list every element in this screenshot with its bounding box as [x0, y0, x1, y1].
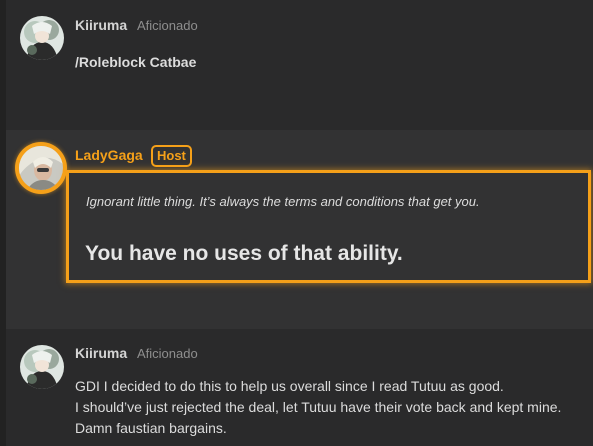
- anime-character-avatar-icon: [20, 345, 64, 389]
- user-avatar[interactable]: [19, 146, 63, 190]
- author-name[interactable]: LadyGaga: [75, 147, 143, 163]
- host-result: You have no uses of that ability.: [85, 242, 403, 265]
- user-avatar[interactable]: [20, 345, 64, 389]
- author-role: Aficionado: [137, 18, 198, 33]
- author-role: Aficionado: [137, 346, 198, 361]
- lady-gaga-avatar-icon: [19, 146, 63, 190]
- post-ladygaga-host: LadyGaga Host Ignorant little thing. It’…: [6, 130, 593, 329]
- anime-character-avatar-icon: [20, 16, 64, 60]
- post-body: GDI I decided to do this to help us over…: [75, 376, 587, 439]
- host-message-box: Ignorant little thing. It’s always the t…: [66, 170, 591, 283]
- post-kiiruma-2: Kiiruma Aficionado GDI I decided to do t…: [6, 329, 593, 446]
- user-avatar[interactable]: [20, 16, 64, 60]
- author-name[interactable]: Kiiruma: [75, 345, 127, 361]
- host-badge: Host: [151, 145, 192, 167]
- post-line: I should’ve just rejected the deal, let …: [75, 399, 562, 415]
- post-message: /Roleblock Catbae: [75, 54, 197, 70]
- post-line: GDI I decided to do this to help us over…: [75, 378, 504, 394]
- post-line: Damn faustian bargains.: [75, 420, 227, 436]
- post-kiiruma-1: Kiiruma Aficionado /Roleblock Catbae: [6, 0, 593, 130]
- author-name[interactable]: Kiiruma: [75, 17, 127, 33]
- host-quote: Ignorant little thing. It’s always the t…: [86, 194, 480, 209]
- host-avatar-ring: [15, 142, 67, 194]
